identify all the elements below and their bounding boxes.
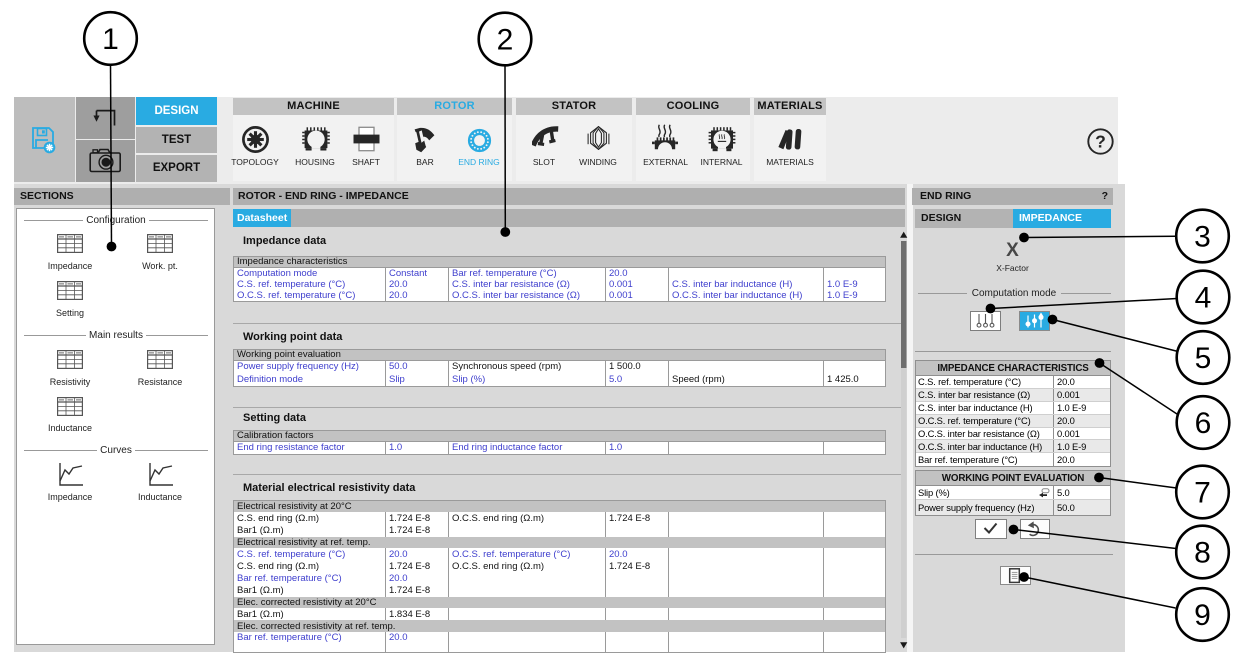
- svg-text:3: 3: [1194, 221, 1211, 254]
- svg-text:6: 6: [1195, 407, 1212, 440]
- svg-text:2: 2: [497, 24, 514, 57]
- svg-text:9: 9: [1194, 599, 1211, 632]
- svg-text:5: 5: [1195, 342, 1212, 375]
- svg-text:8: 8: [1194, 537, 1211, 570]
- svg-text:1: 1: [102, 23, 119, 56]
- svg-text:4: 4: [1195, 282, 1212, 315]
- svg-text:7: 7: [1194, 477, 1211, 510]
